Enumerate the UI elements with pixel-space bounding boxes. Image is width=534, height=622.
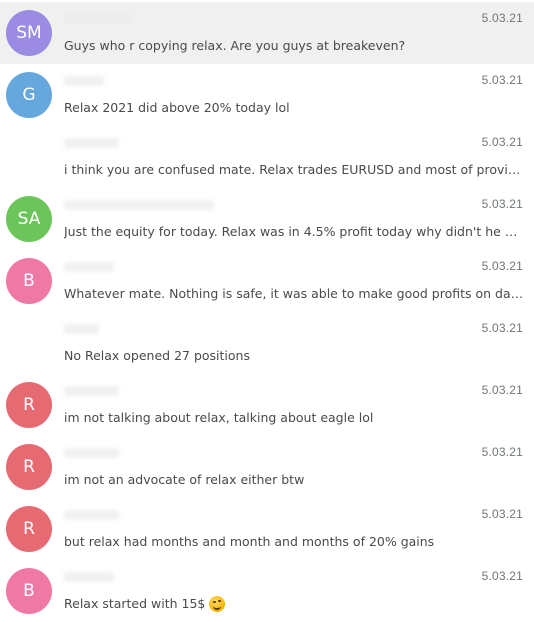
name-redacted	[64, 138, 119, 148]
name-redacted	[64, 386, 119, 396]
message-date: 5.03.21	[481, 445, 523, 459]
name-redacted	[64, 14, 134, 24]
message-preview: No Relax opened 27 positions	[64, 348, 250, 363]
message-preview: Guys who r copying relax. Are you guys a…	[64, 38, 406, 53]
chat-row[interactable]: B 5.03.21 Whatever mate. Nothing is safe…	[0, 250, 534, 312]
chat-row[interactable]: SM 5.03.21 Guys who r copying relax. Are…	[0, 2, 534, 64]
message-preview: Just the equity for today. Relax was in …	[64, 224, 524, 239]
chat-row[interactable]: R 5.03.21 im not talking about relax, ta…	[0, 374, 534, 436]
message-date: 5.03.21	[481, 321, 523, 335]
winking-face-emoji-icon	[209, 596, 226, 612]
avatar: SA	[6, 196, 52, 242]
message-date: 5.03.21	[481, 197, 523, 211]
chat-row[interactable]: SA 5.03.21 Just the equity for today. Re…	[0, 188, 534, 250]
name-redacted	[64, 448, 119, 458]
chat-row[interactable]: R 5.03.21 but relax had months and month…	[0, 498, 534, 560]
message-preview: but relax had months and month and month…	[64, 534, 435, 549]
avatar: R	[6, 506, 52, 552]
avatar: B	[6, 258, 52, 304]
message-date: 5.03.21	[481, 11, 523, 25]
avatar: R	[6, 382, 52, 428]
name-redacted	[64, 510, 119, 520]
message-preview: i think you are confused mate. Relax tra…	[64, 162, 524, 177]
message-text: Relax started with 15$	[64, 596, 206, 611]
avatar: SM	[6, 10, 52, 56]
name-redacted	[64, 572, 114, 582]
message-date: 5.03.21	[481, 259, 523, 273]
message-date: 5.03.21	[481, 135, 523, 149]
avatar: G	[6, 72, 52, 118]
name-redacted	[64, 262, 114, 272]
message-date: 5.03.21	[481, 383, 523, 397]
chat-row[interactable]: B 5.03.21 Relax started with 15$	[0, 560, 534, 622]
chat-row[interactable]: 5.03.21 i think you are confused mate. R…	[0, 126, 534, 188]
avatar-pixelated	[14, 137, 44, 177]
name-redacted	[64, 324, 99, 334]
chat-row[interactable]: 5.03.21 No Relax opened 27 positions	[0, 312, 534, 374]
name-redacted	[64, 200, 214, 210]
message-preview: im not talking about relax, talking abou…	[64, 410, 374, 425]
avatar: B	[6, 568, 52, 614]
chat-row[interactable]: R 5.03.21 im not an advocate of relax ei…	[0, 436, 534, 498]
message-date: 5.03.21	[481, 569, 523, 583]
avatar: R	[6, 444, 52, 490]
avatar-pixelated	[7, 321, 51, 365]
chat-row[interactable]: G 5.03.21 Relax 2021 did above 20% today…	[0, 64, 534, 126]
message-preview: Whatever mate. Nothing is safe, it was a…	[64, 286, 524, 301]
message-date: 5.03.21	[481, 507, 523, 521]
chat-list: SM 5.03.21 Guys who r copying relax. Are…	[0, 2, 534, 622]
message-date: 5.03.21	[481, 73, 523, 87]
message-preview: Relax started with 15$	[64, 596, 524, 612]
message-preview: im not an advocate of relax either btw	[64, 472, 305, 487]
message-preview: Relax 2021 did above 20% today lol	[64, 100, 290, 115]
name-redacted	[64, 76, 104, 86]
